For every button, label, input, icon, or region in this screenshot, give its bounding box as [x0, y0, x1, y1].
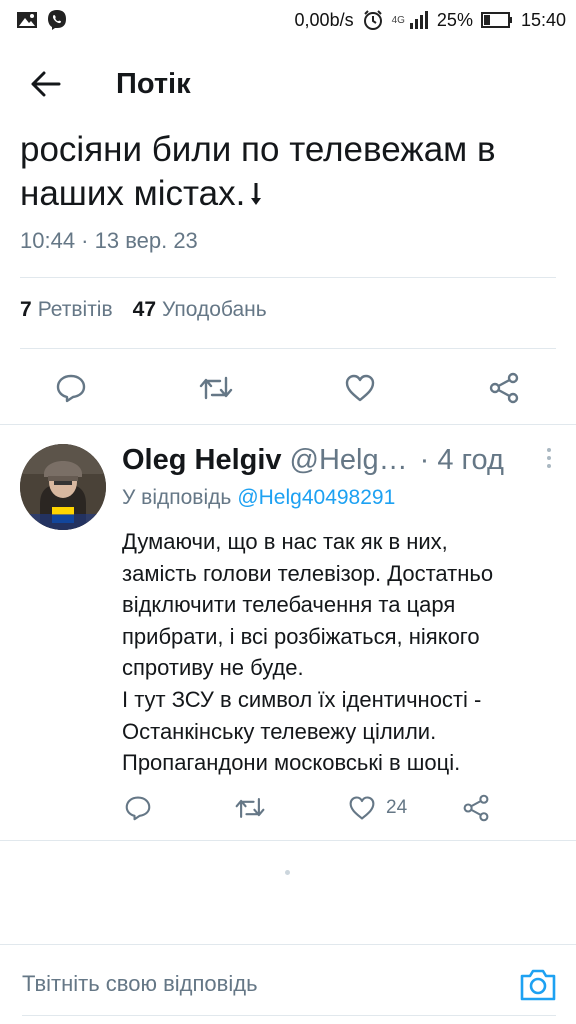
reply-author-name[interactable]: Oleg Helgiv [122, 444, 282, 477]
reply-button[interactable] [41, 358, 101, 418]
like-button[interactable] [330, 358, 390, 418]
tweet-stats: 7 Ретвітів 47 Уподобань [20, 298, 267, 322]
down-arrow-emoji-icon [251, 183, 262, 205]
battery-icon [480, 12, 512, 28]
reply-tweet[interactable]: Oleg Helgiv @Helg… · 4 год У відповідь @H… [0, 430, 576, 840]
tweet-text-line2: наших містах. [20, 174, 246, 213]
more-dot [547, 448, 551, 452]
reply-author-handle[interactable]: @Helg… [290, 444, 408, 477]
reply-to-line: У відповідь @Helg40498291 [122, 486, 395, 510]
compose-bar: Твітніть свою відповідь [0, 944, 576, 1024]
reply-to-handle-link[interactable]: @Helg40498291 [237, 486, 395, 509]
back-button[interactable] [16, 54, 76, 114]
retweets-count: 7 [20, 298, 32, 321]
network-speed: 0,00b/s [294, 9, 354, 30]
arrow-left-icon [31, 71, 61, 97]
comment-icon [125, 796, 151, 821]
status-right: 0,00b/s 4G 25% 15:40 [295, 9, 566, 31]
battery-percent: 25% [436, 9, 473, 30]
share-icon [463, 794, 489, 822]
signal-icon [409, 11, 428, 29]
tweet-text: росіяни били по телевежам в наших містах… [20, 128, 560, 216]
more-dot [547, 456, 551, 460]
heart-icon [345, 374, 375, 402]
app-header: Потік [0, 40, 576, 128]
likes-label: Уподобань [162, 298, 267, 321]
reply-to-label: У відповідь [122, 486, 232, 509]
divider [0, 840, 576, 841]
input-underline [22, 1015, 556, 1016]
divider [20, 277, 556, 278]
retweet-icon [199, 376, 233, 400]
avatar-photo-icon [20, 444, 106, 530]
tweet-text-line1: росіяни били по телевежам в [20, 130, 496, 169]
retweet-icon [235, 798, 265, 818]
share-icon [489, 372, 519, 404]
likes-count: 47 [132, 298, 156, 321]
alarm-icon [363, 10, 382, 30]
reply-action-bar: 24 [0, 788, 576, 828]
camera-icon [520, 969, 556, 1001]
reply-share-button[interactable] [462, 788, 490, 828]
reply-time: · 4 год [419, 443, 504, 476]
retweet-button[interactable] [186, 358, 246, 418]
tweet-timestamp: 10:44 · 13 вер. 23 [20, 228, 198, 253]
more-dot [547, 464, 551, 468]
divider [0, 424, 576, 425]
status-left [16, 9, 68, 31]
share-button[interactable] [474, 358, 534, 418]
avatar[interactable] [20, 444, 106, 530]
network-type: 4G [391, 14, 405, 26]
viber-notification-icon [48, 10, 66, 30]
reply-retweet-button[interactable] [234, 788, 266, 828]
reply-like-count: 24 [386, 797, 408, 818]
clock: 15:40 [520, 9, 566, 30]
retweets-label: Ретвітів [37, 298, 113, 321]
loading-indicator [285, 870, 290, 875]
tweet-text-line2-wrap: наших містах. [20, 172, 560, 216]
likes-stat[interactable]: 47 Уподобань [133, 298, 267, 322]
tweet-action-bar [0, 358, 576, 418]
camera-button[interactable] [518, 967, 558, 1003]
heart-icon [349, 796, 375, 820]
reply-like-button[interactable]: 24 [348, 788, 407, 828]
more-options-button[interactable] [544, 448, 554, 472]
reply-header: Oleg Helgiv @Helg… · 4 год [122, 440, 562, 480]
status-bar: 0,00b/s 4G 25% 15:40 [0, 0, 576, 40]
reply-reply-button[interactable] [124, 788, 152, 828]
divider [20, 348, 556, 349]
retweets-stat[interactable]: 7 Ретвітів [20, 298, 113, 322]
page-title: Потік [116, 67, 191, 100]
gallery-notification-icon [17, 12, 37, 28]
comment-icon [56, 374, 86, 403]
reply-compose-input[interactable]: Твітніть свою відповідь [22, 971, 258, 997]
reply-body-text: Думаючи, що в нас так як в них, замість … [122, 529, 494, 776]
